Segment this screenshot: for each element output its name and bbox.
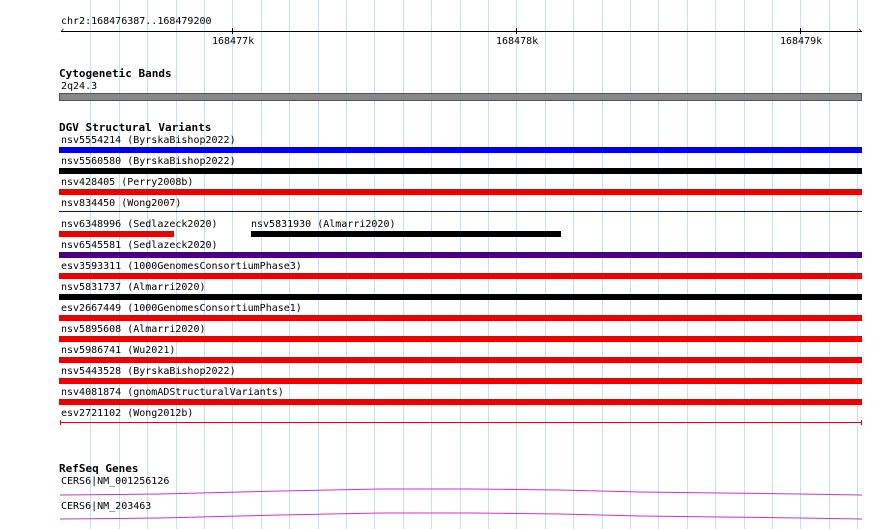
transcript-lines xyxy=(59,488,863,520)
transcript-line[interactable] xyxy=(59,488,863,496)
transcript-line[interactable] xyxy=(59,512,863,520)
